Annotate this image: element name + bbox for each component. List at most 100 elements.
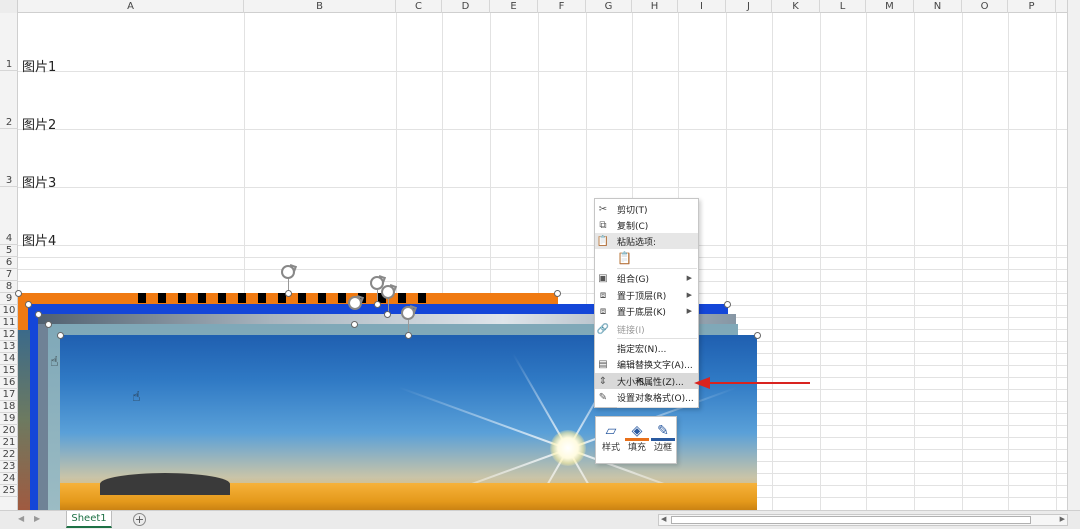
- fill-button[interactable]: ◈ 填充: [625, 421, 649, 461]
- menu-item[interactable]: 📋 粘贴选项:: [595, 233, 698, 249]
- column-header[interactable]: C: [396, 0, 442, 13]
- menu-item[interactable]: ⇕ 大小和属性(Z)...: [595, 373, 698, 389]
- row-header[interactable]: 25: [0, 485, 18, 497]
- row-header[interactable]: 21: [0, 437, 18, 449]
- row-header[interactable]: 3: [0, 129, 18, 187]
- horizontal-scrollbar[interactable]: ◀ ▶: [658, 514, 1068, 526]
- shape-style-icon: ▱: [605, 423, 617, 439]
- row-header[interactable]: 23: [0, 461, 18, 473]
- column-header[interactable]: D: [442, 0, 490, 13]
- column-header[interactable]: A: [18, 0, 244, 13]
- menu-item[interactable]: ▤ 编辑替换文字(A)...: [595, 356, 698, 372]
- prev-sheet-icon[interactable]: ◀: [18, 514, 24, 523]
- context-menu[interactable]: ✂ 剪切(T) ⧉ 复制(C) 📋 粘贴选项: ▣ 组合(G) ▶ ⧈ 置于顶层(R) ▶ ⧈ 置于底层(…: [594, 198, 699, 408]
- cell-a1[interactable]: 图片1: [22, 56, 56, 75]
- menu-item[interactable]: ⧉ 复制(C): [595, 217, 698, 233]
- cell-a4[interactable]: 图片4: [22, 230, 56, 249]
- row-header[interactable]: 19: [0, 413, 18, 425]
- row-header[interactable]: 16: [0, 377, 18, 389]
- resize-handle[interactable]: [724, 301, 731, 308]
- row-header[interactable]: 12: [0, 329, 18, 341]
- row-header[interactable]: 1: [0, 13, 18, 71]
- column-header[interactable]: G: [586, 0, 632, 13]
- resize-handle[interactable]: [754, 332, 761, 339]
- row-header[interactable]: 18: [0, 401, 18, 413]
- row-header[interactable]: 5: [0, 245, 18, 257]
- menu-item[interactable]: ⧈ 置于底层(K) ▶: [595, 303, 698, 319]
- gridline-vertical: [1008, 13, 1009, 510]
- submenu-arrow-icon: ▶: [686, 307, 692, 315]
- row-header[interactable]: 17: [0, 389, 18, 401]
- resize-handle[interactable]: [384, 311, 391, 318]
- select-all-corner[interactable]: [0, 0, 18, 13]
- menu-item[interactable]: ✂ 剪切(T): [595, 201, 698, 217]
- resize-handle[interactable]: [374, 301, 381, 308]
- row-header[interactable]: 11: [0, 317, 18, 329]
- resize-handle[interactable]: [57, 332, 64, 339]
- rotate-handle[interactable]: [348, 296, 362, 310]
- column-header[interactable]: P: [1008, 0, 1056, 13]
- row-header[interactable]: 4: [0, 187, 18, 245]
- menu-item[interactable]: ✎ 设置对象格式(O)...: [595, 389, 698, 405]
- row-header[interactable]: 14: [0, 353, 18, 365]
- row-header[interactable]: 13: [0, 341, 18, 353]
- menu-item-label: 大小和属性(Z)...: [617, 377, 684, 388]
- resize-handle[interactable]: [351, 321, 358, 328]
- column-header[interactable]: N: [914, 0, 962, 13]
- vertical-scrollbar[interactable]: [1067, 0, 1080, 510]
- rotate-handle[interactable]: [381, 285, 395, 299]
- resize-handle[interactable]: [405, 332, 412, 339]
- column-header[interactable]: L: [820, 0, 866, 13]
- hand-cursor-icon: ☝: [132, 389, 141, 405]
- resize-handle[interactable]: [15, 290, 22, 297]
- row-header[interactable]: 22: [0, 449, 18, 461]
- column-header[interactable]: O: [962, 0, 1008, 13]
- column-header[interactable]: H: [632, 0, 678, 13]
- resize-handle[interactable]: [554, 290, 561, 297]
- border-button[interactable]: ✎ 边框: [651, 421, 675, 461]
- row-header[interactable]: 20: [0, 425, 18, 437]
- resize-handle[interactable]: [25, 301, 32, 308]
- menu-item[interactable]: 🔗 链接(I): [595, 321, 698, 337]
- style-label: 样式: [601, 443, 620, 453]
- column-header[interactable]: J: [726, 0, 772, 13]
- style-button[interactable]: ▱ 样式: [599, 421, 623, 461]
- row-header[interactable]: 7: [0, 269, 18, 281]
- column-header[interactable]: I: [678, 0, 726, 13]
- paste-option-icon[interactable]: 📋: [617, 251, 633, 267]
- horizontal-scroll-thumb[interactable]: [671, 516, 1031, 524]
- row-header[interactable]: 10: [0, 305, 18, 317]
- cell-a3[interactable]: 图片3: [22, 172, 56, 191]
- menu-item-label: 指定宏(N)...: [617, 344, 667, 355]
- row-header[interactable]: 15: [0, 365, 18, 377]
- scroll-right-icon[interactable]: ▶: [1060, 515, 1065, 523]
- row-header[interactable]: 2: [0, 71, 18, 129]
- column-header[interactable]: K: [772, 0, 820, 13]
- gridline-vertical: [772, 13, 773, 510]
- column-header[interactable]: E: [490, 0, 538, 13]
- resize-handle[interactable]: [45, 321, 52, 328]
- column-header[interactable]: M: [866, 0, 914, 13]
- row-header[interactable]: 24: [0, 473, 18, 485]
- next-sheet-icon[interactable]: ▶: [34, 514, 40, 523]
- menu-item-label: 编辑替换文字(A)...: [617, 360, 693, 371]
- menu-item[interactable]: ▣ 组合(G) ▶: [595, 270, 698, 286]
- menu-item[interactable]: 指定宏(N)...: [595, 340, 698, 356]
- rotate-handle[interactable]: [401, 306, 415, 320]
- cell-a2[interactable]: 图片2: [22, 114, 56, 133]
- rotate-handle[interactable]: [281, 265, 295, 279]
- column-header[interactable]: F: [538, 0, 586, 13]
- mini-toolbar[interactable]: ▱ 样式 ◈ 填充 ✎ 边框: [595, 416, 677, 464]
- scroll-left-icon[interactable]: ◀: [661, 515, 666, 523]
- row-header[interactable]: 6: [0, 257, 18, 269]
- column-header[interactable]: B: [244, 0, 396, 13]
- add-sheet-icon[interactable]: +: [133, 513, 146, 526]
- sheet-tab[interactable]: Sheet1: [66, 511, 112, 528]
- worksheet-grid[interactable]: ABCDEFGHIJKLMNOP 1 2 3 4 5 6 7 8 9 10 11 12 13 14 15 16…: [0, 0, 1067, 510]
- fill-bucket-icon: ◈: [625, 421, 649, 441]
- menu-separator: [617, 268, 697, 269]
- resize-handle[interactable]: [285, 290, 292, 297]
- resize-handle[interactable]: [35, 311, 42, 318]
- menu-item[interactable]: ⧈ 置于顶层(R) ▶: [595, 287, 698, 303]
- gridline-vertical: [962, 13, 963, 510]
